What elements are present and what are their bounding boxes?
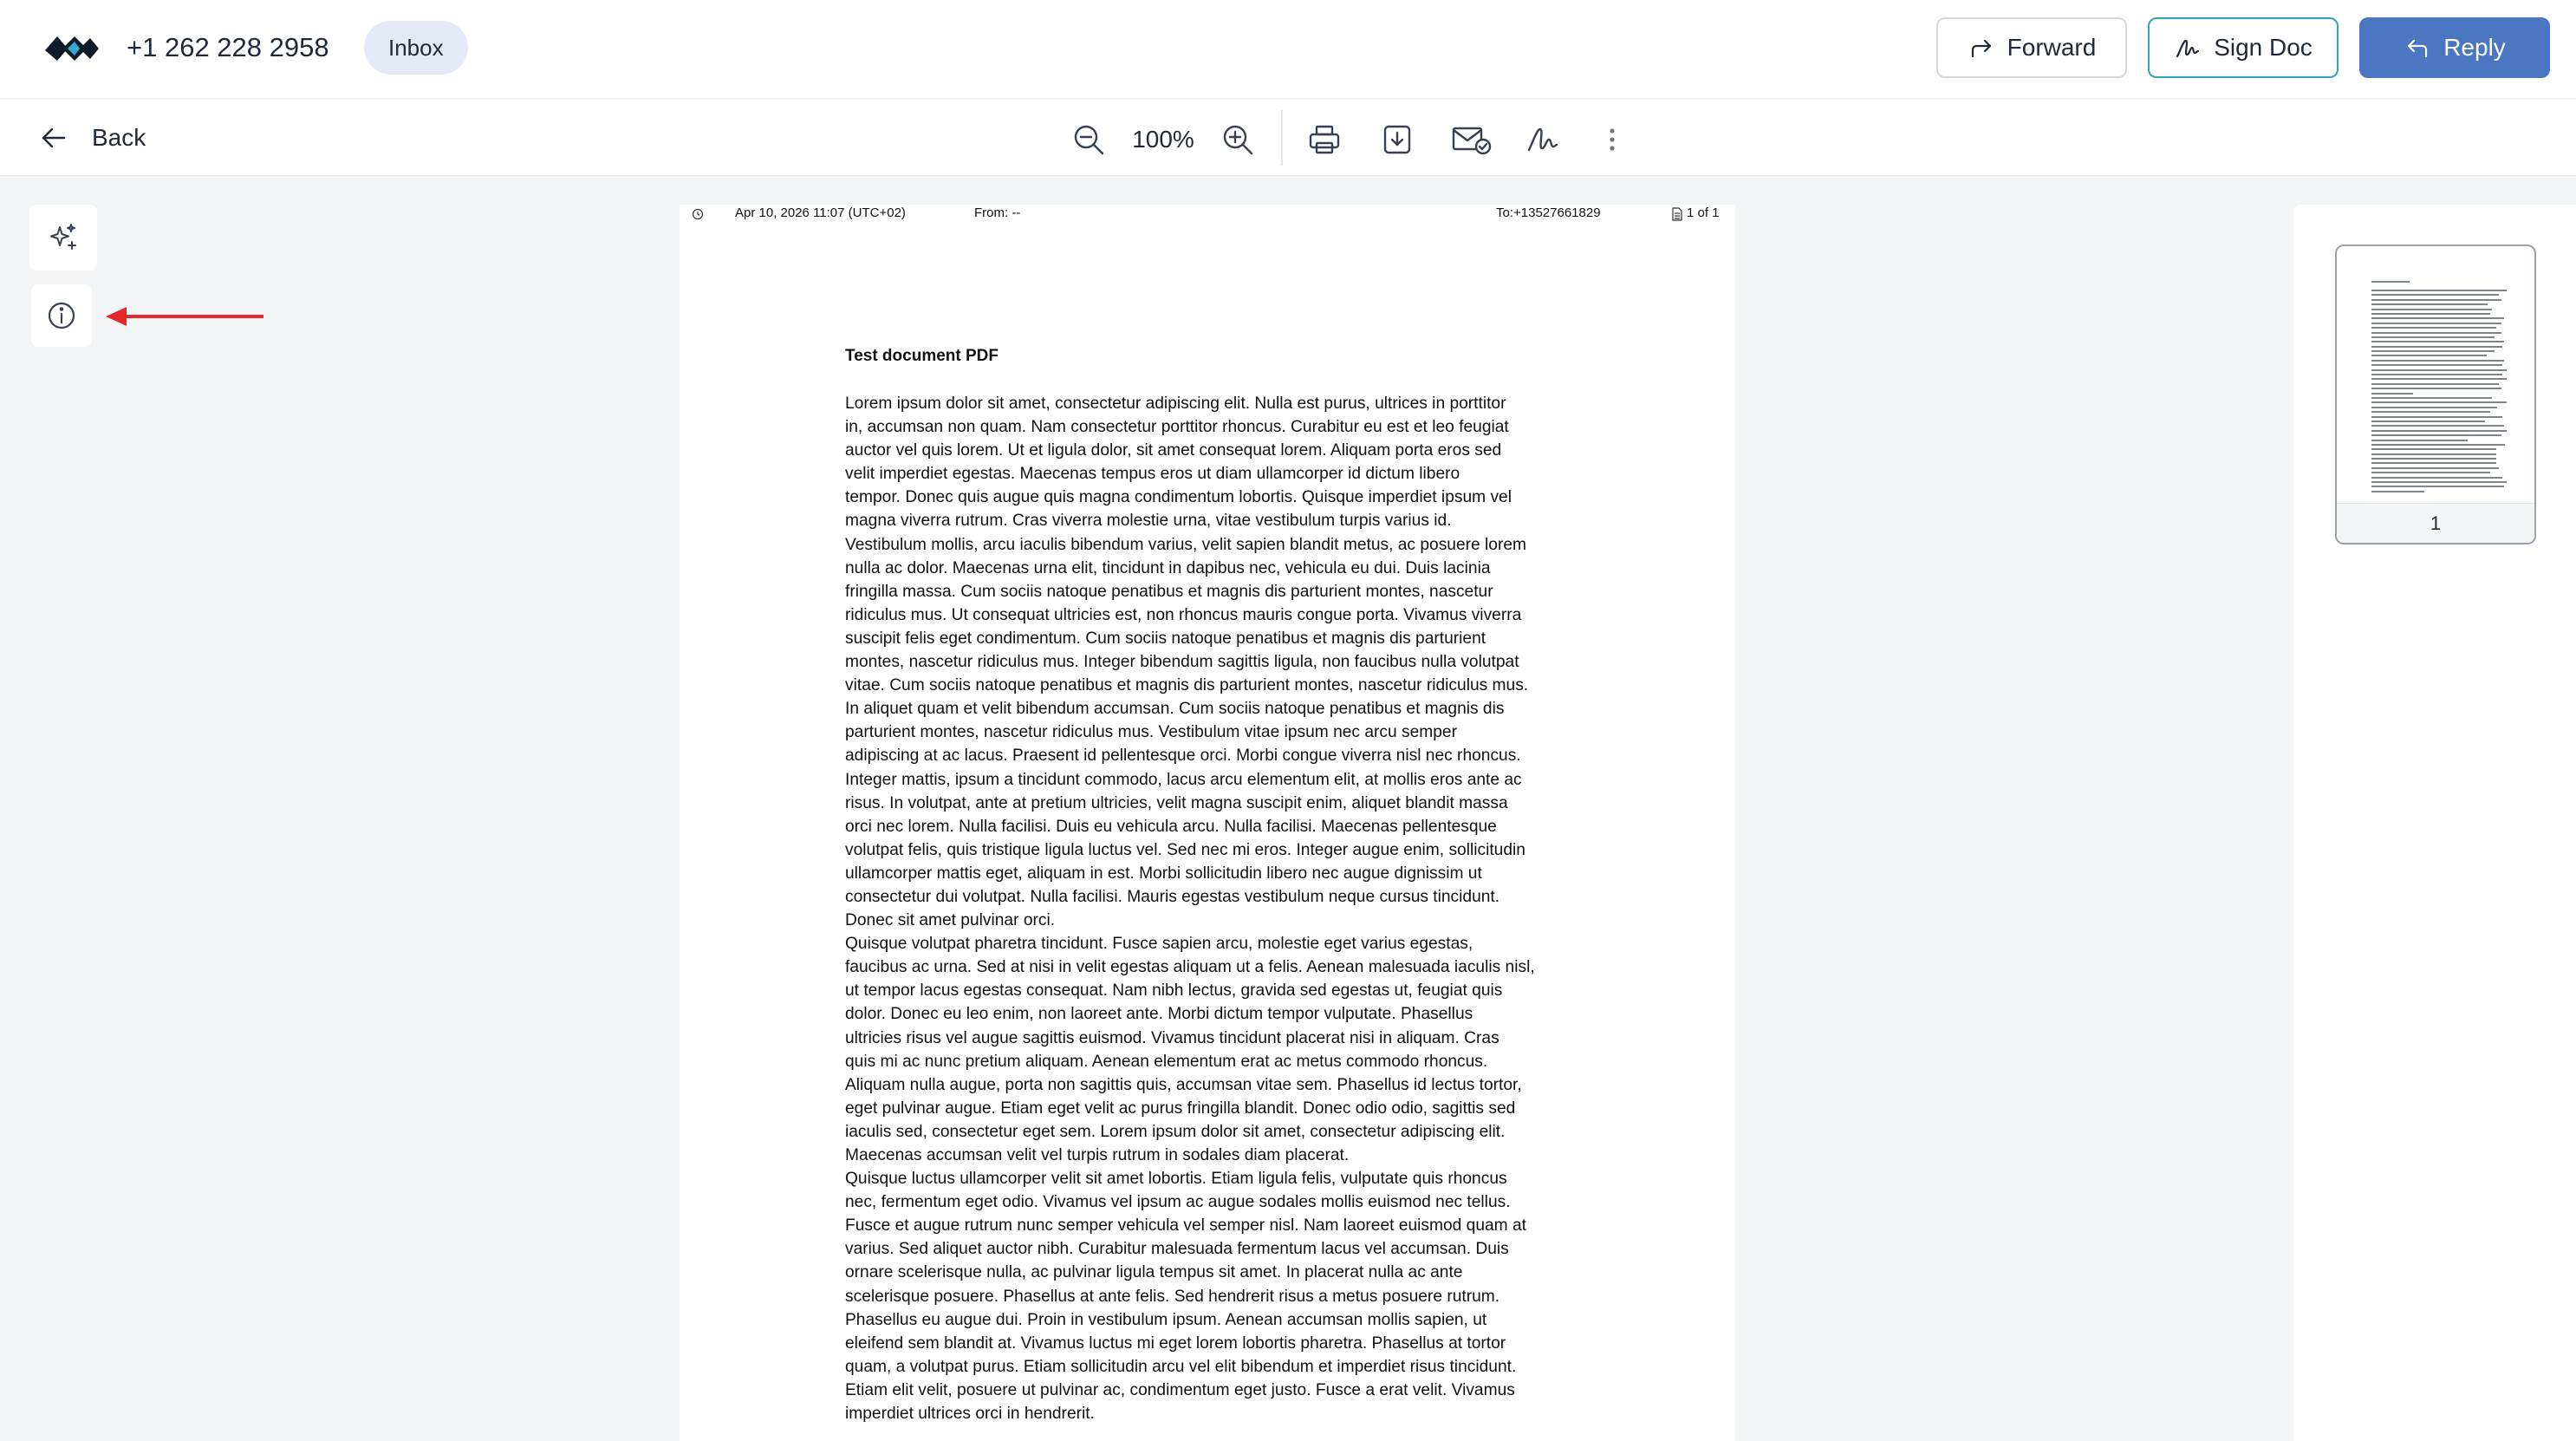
zoom-out-button[interactable] xyxy=(1070,121,1108,159)
arrow-left-icon xyxy=(42,127,66,148)
thumbnail-line xyxy=(2371,322,2501,324)
thumbnail-line xyxy=(2371,368,2507,371)
thumbnail-line xyxy=(2371,294,2499,297)
folder-badge[interactable]: Inbox xyxy=(364,21,468,75)
thumbnail-line xyxy=(2371,303,2488,306)
thumbnail-line xyxy=(2371,466,2499,469)
thumbnail-line xyxy=(2371,378,2507,381)
thumbnail-line xyxy=(2371,336,2495,338)
thumbnail-text-lines xyxy=(2371,281,2507,495)
thumbnail-line xyxy=(2371,439,2468,441)
page-thumbnail-panel: 1 xyxy=(2293,205,2576,1441)
app-header: +1 262 228 2958 Inbox Forward Sign Doc R… xyxy=(0,0,2576,99)
signature-tool-icon xyxy=(1527,127,1558,152)
thumbnail-line xyxy=(2371,364,2503,367)
thumbnail-line xyxy=(2371,317,2504,320)
more-options-button[interactable] xyxy=(1593,121,1631,159)
sign-doc-button-label: Sign Doc xyxy=(2214,34,2313,61)
thumbnail-line xyxy=(2371,472,2491,474)
brand-logo-icon xyxy=(45,36,99,61)
page-icon xyxy=(1672,207,1682,221)
thumbnail-line xyxy=(2371,462,2496,465)
zoom-out-icon xyxy=(1074,125,1104,155)
thumbnail-line xyxy=(2371,406,2498,408)
sign-doc-button[interactable]: Sign Doc xyxy=(2148,17,2339,78)
thumbnail-page-number: 1 xyxy=(2337,503,2534,543)
thumbnail-line xyxy=(2371,308,2492,310)
thumbnail-line xyxy=(2371,476,2503,479)
thumbnail-line xyxy=(2371,443,2506,446)
thumbnail-line xyxy=(2371,434,2501,437)
zoom-level: 100% xyxy=(1132,126,1194,153)
download-button[interactable] xyxy=(1378,121,1416,159)
thumbnail-line xyxy=(2371,298,2501,301)
thumbnail-line xyxy=(2371,420,2486,422)
thumbnail-line xyxy=(2371,331,2501,334)
thumbnail-line xyxy=(2371,411,2491,414)
info-icon xyxy=(48,302,75,329)
thumbnail-line xyxy=(2371,401,2507,404)
print-button[interactable] xyxy=(1305,121,1343,159)
thumbnail-line xyxy=(2371,359,2504,362)
document-date: Apr 10, 2026 11:07 (UTC+02) xyxy=(735,205,906,220)
document-to: To:+13527661829 xyxy=(1496,205,1601,220)
document-page-count: 1 of 1 xyxy=(1687,205,1720,220)
thumbnail-line xyxy=(2371,486,2504,488)
thumbnail-title-line xyxy=(2371,281,2410,283)
page-thumbnail[interactable]: 1 xyxy=(2335,245,2536,544)
document-page: Apr 10, 2026 11:07 (UTC+02) From: -- To:… xyxy=(680,205,1735,1441)
zoom-in-icon xyxy=(1223,125,1253,155)
thumbnail-line xyxy=(2371,481,2507,484)
ai-assistant-button[interactable] xyxy=(29,205,97,271)
thumbnail-line xyxy=(2371,341,2504,343)
sparkles-icon xyxy=(50,224,76,250)
thumbnail-line xyxy=(2371,415,2503,418)
contact-phone-number: +1 262 228 2958 xyxy=(127,32,329,62)
toolbar-divider xyxy=(1281,110,1283,166)
thumbnail-line xyxy=(2371,453,2496,455)
more-vertical-icon xyxy=(1610,128,1615,151)
document-from: From: -- xyxy=(974,205,1021,220)
thumbnail-line xyxy=(2371,312,2491,315)
email-check-button[interactable] xyxy=(1449,121,1494,159)
thumbnail-line xyxy=(2371,448,2496,451)
forward-button-label: Forward xyxy=(2007,34,2097,61)
reply-button[interactable]: Reply xyxy=(2359,17,2550,78)
annotation-arrow-icon xyxy=(106,307,263,326)
info-button[interactable] xyxy=(31,284,92,347)
email-check-icon xyxy=(1452,127,1492,155)
forward-button[interactable]: Forward xyxy=(1936,17,2127,78)
thumbnail-line xyxy=(2371,345,2503,348)
thumbnail-line xyxy=(2371,355,2487,357)
clock-icon xyxy=(692,208,704,220)
document-body: Lorem ipsum dolor sit amet, consectetur … xyxy=(845,394,1535,1424)
sign-tool-button[interactable] xyxy=(1524,121,1562,159)
thumbnail-line xyxy=(2371,290,2507,291)
back-label: Back xyxy=(92,124,146,151)
thumbnail-line xyxy=(2371,350,2495,353)
thumbnail-line xyxy=(2371,429,2507,432)
back-button[interactable]: Back xyxy=(38,117,146,159)
thumbnail-line xyxy=(2371,327,2496,329)
signature-icon xyxy=(2176,39,2200,58)
thumbnail-line xyxy=(2371,396,2492,399)
document-title: Test document PDF xyxy=(845,347,999,365)
thumbnail-line xyxy=(2371,490,2424,492)
reply-button-label: Reply xyxy=(2443,34,2506,61)
document-toolbar: Back 100% xyxy=(0,100,2576,176)
zoom-in-button[interactable] xyxy=(1219,121,1257,159)
thumbnail-line xyxy=(2371,374,2503,376)
thumbnail-line xyxy=(2371,388,2501,390)
thumbnail-line xyxy=(2371,382,2499,385)
thumbnail-line xyxy=(2371,392,2414,394)
reply-arrow-icon xyxy=(2408,39,2428,58)
thumbnail-preview xyxy=(2342,250,2529,503)
download-icon xyxy=(1383,125,1411,154)
print-icon xyxy=(1309,125,1340,154)
forward-arrow-icon xyxy=(1971,39,1991,58)
thumbnail-line xyxy=(2371,425,2504,427)
thumbnail-line xyxy=(2371,458,2496,460)
